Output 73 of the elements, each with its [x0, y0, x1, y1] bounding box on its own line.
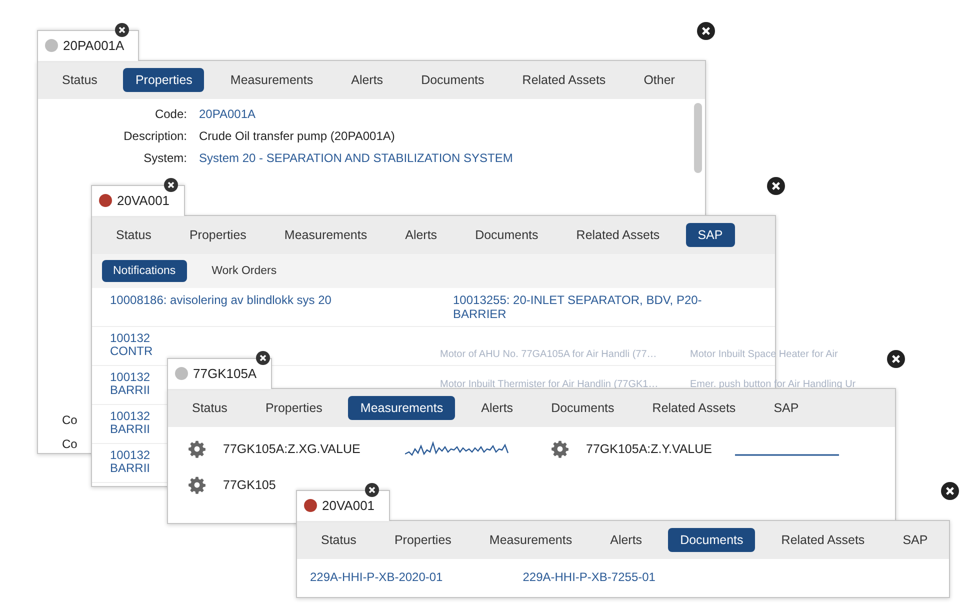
close-icon[interactable] [941, 482, 959, 500]
tab[interactable]: Properties [123, 68, 204, 92]
window-title: 20VA001 [117, 193, 170, 208]
tab[interactable]: Alerts [598, 528, 654, 552]
notification-link[interactable]: 10013255: 20-INLET SEPARATOR, BDV, P20-BARRIER [453, 293, 723, 321]
measurement-name: 77GK105A:Z.XG.VALUE [223, 442, 360, 456]
property-link[interactable]: System 20 - SEPARATION AND STABILIZATION SYSTEM [199, 151, 513, 165]
window-tab[interactable]: 20PA001A [37, 30, 140, 61]
tab[interactable]: Status [180, 396, 240, 420]
faded-asset-text: Motor Inbuilt Space Heater for Air [690, 349, 838, 361]
tab[interactable]: Documents [409, 68, 496, 92]
property-label: Code: [154, 107, 187, 121]
property-link[interactable]: 20PA001A [199, 107, 256, 121]
property-value: Crude Oil transfer pump (20PA001A) [199, 129, 395, 143]
tab[interactable]: Measurements [218, 68, 326, 92]
close-icon[interactable] [256, 351, 270, 365]
property-label: System: [142, 151, 187, 165]
measurement-name: 77GK105 [223, 478, 276, 492]
document-link[interactable]: 229A-HHI-P-XB-2020-01 [310, 570, 443, 584]
close-icon[interactable] [365, 483, 379, 497]
tab[interactable]: SAP [686, 223, 735, 247]
gear-icon[interactable] [188, 440, 206, 458]
window-title: 20PA001A [63, 38, 124, 53]
faded-asset-text: Motor Inbuilt Thermister for Air Handlin (77GK1… [440, 379, 658, 391]
tab[interactable]: Related Assets [510, 68, 618, 92]
subtab[interactable]: Notifications [102, 260, 187, 282]
gear-icon[interactable] [188, 476, 206, 494]
tab[interactable]: Status [50, 68, 110, 92]
faded-asset-text: Motor of AHU No. 77GA105A for Air Handli (77… [440, 349, 657, 361]
tab[interactable]: Related Assets [769, 528, 877, 552]
measurement-name: 77GK105A:Z.Y.VALUE [586, 442, 712, 456]
property-label: Description: [122, 129, 187, 143]
notification-link[interactable]: 100132 CONTR [110, 332, 162, 360]
tab[interactable]: SAP [762, 396, 811, 420]
tab[interactable]: Properties [382, 528, 464, 552]
tab[interactable]: Other [632, 68, 687, 92]
close-icon[interactable] [767, 177, 785, 195]
tab[interactable]: Status [104, 223, 164, 247]
gear-icon[interactable] [551, 440, 569, 458]
window-tab[interactable]: 20VA001 [91, 185, 185, 216]
tab[interactable]: Documents [539, 396, 626, 420]
close-icon[interactable] [887, 350, 905, 368]
tab[interactable]: Documents [668, 528, 756, 552]
tab[interactable]: SAP [890, 528, 940, 552]
tab[interactable]: Alerts [339, 68, 396, 92]
tab[interactable]: Related Assets [640, 396, 748, 420]
scrollbar[interactable] [694, 103, 702, 173]
tab[interactable]: Alerts [393, 223, 450, 247]
window-tab[interactable]: 20VA001 [296, 490, 390, 521]
close-icon[interactable] [697, 22, 715, 40]
window-title: 77GK105A [193, 366, 257, 381]
tab[interactable]: Measurements [477, 528, 584, 552]
window-tab[interactable]: 77GK105A [167, 358, 272, 389]
notification-link[interactable]: 100132 BARRII [110, 410, 162, 438]
notification-link[interactable]: 100132 BARRII [110, 371, 162, 399]
tab[interactable]: Related Assets [564, 223, 672, 247]
tab[interactable]: Alerts [469, 396, 526, 420]
close-icon[interactable] [164, 178, 178, 192]
faded-asset-text: Emer. push button for Air Handling Ur [690, 379, 856, 391]
close-icon[interactable] [115, 23, 129, 37]
tab[interactable]: Properties [177, 223, 258, 247]
subtab[interactable]: Work Orders [200, 260, 288, 282]
tab[interactable]: Properties [253, 396, 334, 420]
notification-link[interactable]: 100132 BARRII [110, 449, 162, 477]
notification-link[interactable]: 10008186: avisolering av blindlokk sys 20 [110, 293, 453, 321]
property-label: Co [62, 413, 78, 427]
tab[interactable]: Documents [463, 223, 550, 247]
tab[interactable]: Measurements [348, 396, 456, 420]
tab[interactable]: Measurements [272, 223, 380, 247]
document-link[interactable]: 229A-HHI-P-XB-7255-01 [522, 570, 656, 584]
window-title: 20VA001 [322, 498, 375, 513]
tab[interactable]: Status [309, 528, 368, 552]
property-label: Co [62, 437, 78, 451]
